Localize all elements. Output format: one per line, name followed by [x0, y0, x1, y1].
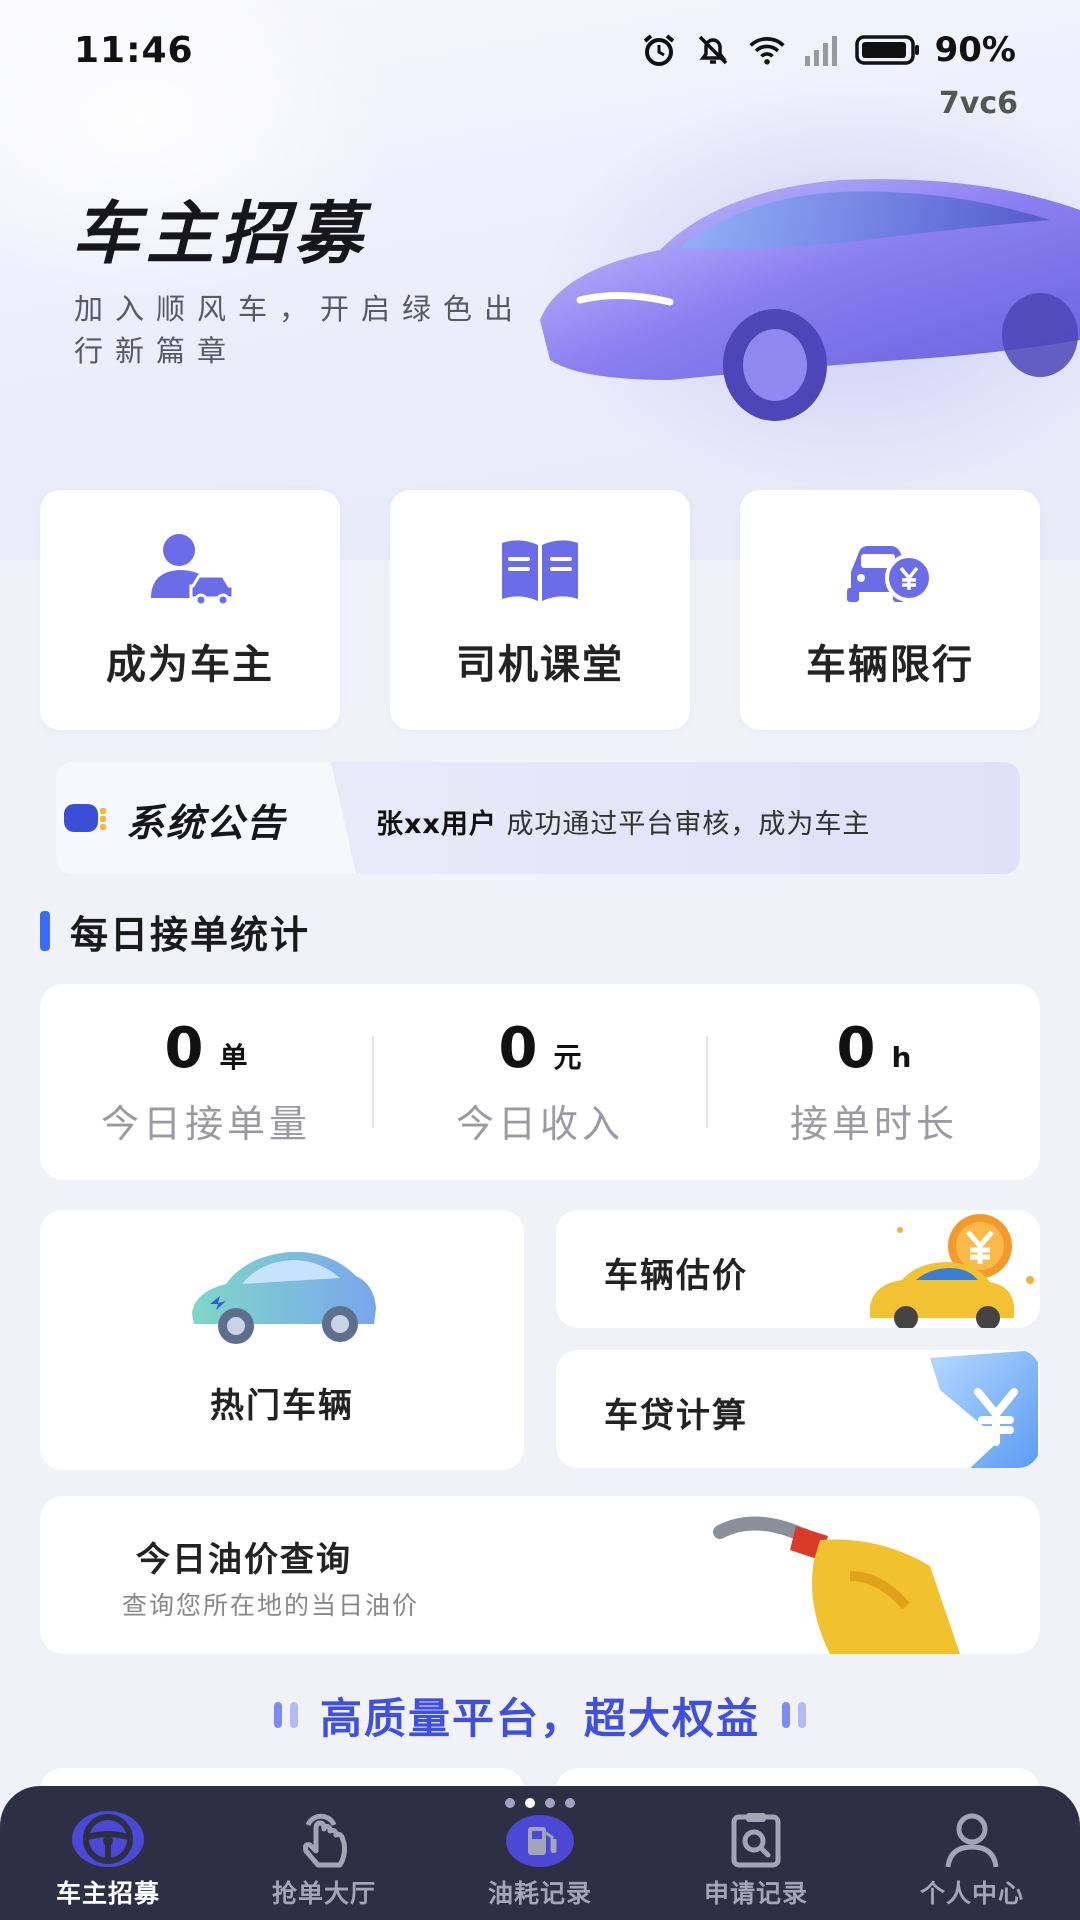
- become-driver-label: 成为车主: [106, 642, 274, 688]
- stat-orders-value: 0: [164, 1016, 204, 1081]
- stat-income-label: 今日收入: [455, 1102, 624, 1146]
- daily-stats-heading: 每日接单统计: [40, 906, 311, 957]
- fuel-pump-icon: [500, 1798, 580, 1870]
- tap-hand-icon: [284, 1808, 364, 1870]
- nav-label-recruit: 车主招募: [55, 1879, 160, 1908]
- hero-subtitle: 加入顺风车，开启绿色出行新篇章: [74, 292, 526, 368]
- steering-wheel-icon: [68, 1808, 148, 1870]
- stat-orders-label: 今日接单量: [100, 1102, 311, 1146]
- hero-car-illustration: [540, 179, 1080, 421]
- driver-class-card[interactable]: 司机课堂: [390, 490, 690, 730]
- oil-price-tile[interactable]: 今日油价查询 查询您所在地的当日油价: [40, 1496, 1040, 1654]
- notice-user: 张xx用户: [376, 809, 497, 840]
- fuel-nozzle-illustration: [713, 1516, 960, 1654]
- clipboard-search-icon: [716, 1808, 796, 1870]
- hot-cars-label: 热门车辆: [210, 1386, 354, 1426]
- stat-orders: 0单 今日接单量: [40, 1016, 372, 1148]
- status-icons: 90%: [639, 30, 1016, 70]
- hero-title: 车主招募: [72, 195, 369, 274]
- stat-duration-unit: h: [891, 1041, 912, 1074]
- banner-text: 高质量平台，超大权益: [319, 1693, 760, 1743]
- vehicle-valuation-tile[interactable]: 车辆估价: [556, 1210, 1040, 1328]
- banner-left-bars: [273, 1702, 298, 1728]
- car-loan-calculator-label: 车贷计算: [604, 1396, 748, 1436]
- book-icon: [495, 530, 585, 610]
- build-tag: 7vc6: [938, 86, 1018, 121]
- stat-duration: 0h 接单时长: [708, 1016, 1040, 1148]
- driver-class-label: 司机课堂: [456, 642, 624, 688]
- daily-stats-card: 0单 今日接单量 0元 今日收入 0h 接单时长: [40, 984, 1040, 1180]
- electric-car-illustration: [192, 1251, 376, 1344]
- driver-car-icon: [145, 530, 235, 610]
- nav-item-order-hall[interactable]: 抢单大厅: [224, 1808, 424, 1910]
- car-loan-calculator-tile[interactable]: 车贷计算: [556, 1350, 1040, 1468]
- banner-right-bars: [782, 1702, 806, 1728]
- system-notice[interactable]: 系统公告 张xx用户 成功通过平台审核，成为车主: [56, 762, 1020, 874]
- stat-income: 0元 今日收入: [374, 1016, 706, 1148]
- stat-income-unit: 元: [553, 1041, 582, 1074]
- section-accent-bar: [40, 911, 50, 951]
- stat-duration-label: 接单时长: [789, 1102, 958, 1146]
- yuan-arrow-illustration: [930, 1350, 1038, 1468]
- vehicle-restriction-card[interactable]: 车辆限行: [740, 490, 1040, 730]
- stat-orders-unit: 单: [219, 1041, 248, 1074]
- nav-label-fuel-records: 油耗记录: [487, 1879, 592, 1908]
- nav-label-order-hall: 抢单大厅: [271, 1879, 376, 1908]
- nav-label-application-records: 申请记录: [703, 1879, 808, 1908]
- wifi-icon: [747, 30, 787, 70]
- status-time: 11:46: [74, 30, 194, 71]
- stat-duration-value: 0: [836, 1016, 876, 1081]
- notice-message-text: 成功通过平台审核，成为车主: [506, 809, 871, 840]
- hot-cars-tile[interactable]: 热门车辆: [40, 1210, 524, 1470]
- car-coin-illustration: [870, 1214, 1034, 1328]
- nav-item-fuel-records[interactable]: 油耗记录: [440, 1798, 640, 1910]
- become-driver-card[interactable]: 成为车主: [40, 490, 340, 730]
- battery-percent: 90%: [934, 30, 1016, 70]
- vehicle-valuation-label: 车辆估价: [604, 1256, 748, 1296]
- status-bar: 11:46 90% 7vc6: [0, 0, 1080, 121]
- oil-price-title: 今日油价查询: [136, 1540, 352, 1580]
- nav-item-profile[interactable]: 个人中心: [872, 1808, 1072, 1910]
- bottom-nav: 车主招募 抢单大厅 油耗记录 申请记录 个人中心: [0, 1786, 1080, 1920]
- notice-message: 张xx用户 成功通过平台审核，成为车主: [376, 802, 870, 841]
- notice-title: 系统公告: [126, 801, 287, 845]
- megaphone-icon: [64, 804, 106, 832]
- car-yuan-icon: [845, 530, 935, 610]
- nav-label-profile: 个人中心: [919, 1879, 1024, 1908]
- battery-icon: [854, 30, 921, 70]
- signal-icon: [801, 30, 841, 70]
- person-icon: [932, 1808, 1012, 1870]
- feature-row: 成为车主 司机课堂 车辆限行: [40, 490, 1040, 730]
- page-indicator: [505, 1798, 575, 1808]
- oil-price-subtitle: 查询您所在地的当日油价: [122, 1591, 420, 1620]
- alarm-icon: [639, 30, 679, 70]
- vehicle-restriction-label: 车辆限行: [806, 642, 974, 688]
- mute-icon: [693, 30, 733, 70]
- section-title: 每日接单统计: [70, 912, 311, 957]
- nav-item-recruit[interactable]: 车主招募: [8, 1808, 208, 1910]
- nav-item-application-records[interactable]: 申请记录: [656, 1808, 856, 1910]
- promo-banner: 高质量平台，超大权益: [0, 1680, 1080, 1750]
- stat-income-value: 0: [498, 1016, 538, 1081]
